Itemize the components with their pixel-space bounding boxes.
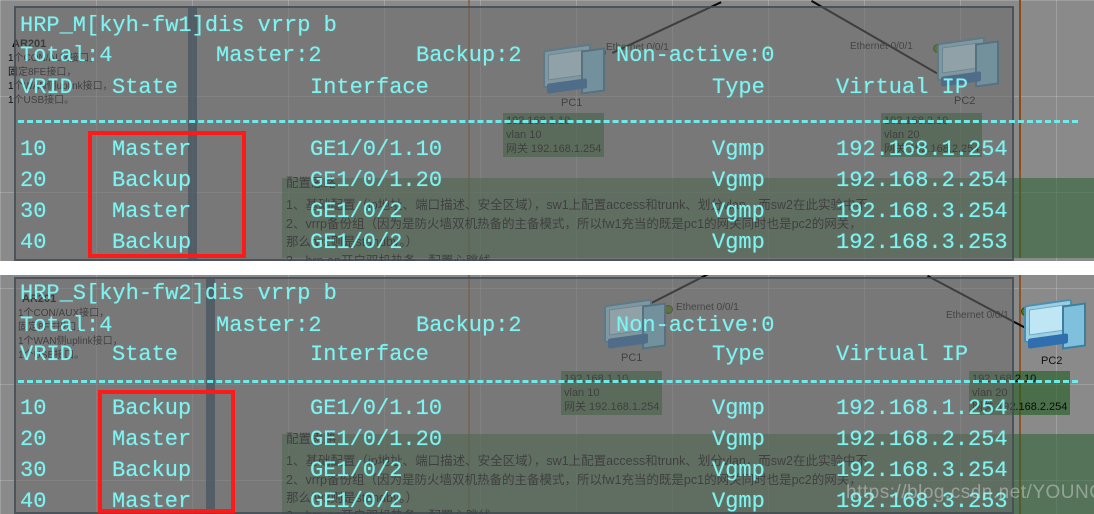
pc2-icon [1022, 298, 1086, 356]
table-row-interface: GE1/0/2 [310, 199, 403, 224]
column-header-state-fw1: State [112, 75, 179, 100]
table-row-virtual-ip: 192.168.1.254 [836, 137, 1008, 162]
column-header-type-fw2: Type [712, 342, 765, 367]
terminal-master-count-fw1: Master:2 [216, 43, 322, 68]
terminal-master-count-fw2: Master:2 [216, 313, 322, 338]
table-row-vrid: 40 [20, 230, 47, 255]
pc2-label: PC2 [1041, 355, 1063, 367]
watermark: https://blog.csdn.net/YOUNG_SPY [846, 482, 1094, 503]
table-row-virtual-ip: 192.168.2.254 [836, 427, 1008, 452]
table-row-virtual-ip: 192.168.2.254 [836, 168, 1008, 193]
table-row-type: Vgmp [712, 137, 765, 162]
table-row-type: Vgmp [712, 427, 765, 452]
table-row-vrid: 10 [20, 396, 47, 421]
table-row-interface: GE1/0/1.10 [310, 396, 443, 421]
panel-separator-gap [0, 261, 1094, 275]
table-row-type: Vgmp [712, 489, 765, 514]
table-row-vrid: 10 [20, 137, 47, 162]
column-header-virtual-ip-fw1: Virtual IP [836, 75, 969, 100]
table-row-virtual-ip: 192.168.3.254 [836, 199, 1008, 224]
screenshot-root: Ethernet 0/0/1 PC1 Ethernet 0/0/1 PC2 19… [0, 0, 1094, 514]
table-row-interface: GE1/0/2 [310, 458, 403, 483]
table-row-vrid: 30 [20, 458, 47, 483]
table-row-interface: GE1/0/1.20 [310, 427, 443, 452]
terminal-backup-count-fw1: Backup:2 [416, 43, 522, 68]
table-row-type: Vgmp [712, 396, 765, 421]
terminal-total-fw2: Total:4 [20, 313, 113, 338]
table-row-vrid: 20 [20, 168, 47, 193]
state-column-highlight-fw1 [88, 131, 246, 258]
state-column-highlight-fw2 [98, 390, 235, 513]
table-row-virtual-ip: 192.168.1.254 [836, 396, 1008, 421]
table-row-interface: GE1/0/1.10 [310, 137, 443, 162]
terminal-header-divider-fw2 [18, 380, 1078, 383]
table-row-type: Vgmp [712, 168, 765, 193]
table-row-vrid: 40 [20, 489, 47, 514]
table-row-type: Vgmp [712, 458, 765, 483]
terminal-header-divider-fw1 [18, 120, 1078, 123]
table-row-virtual-ip: 192.168.3.253 [836, 230, 1008, 255]
terminal-prompt-line-fw2: HRP_S[kyh-fw2]dis vrrp b [20, 281, 337, 306]
table-row-interface: GE1/0/1.20 [310, 168, 443, 193]
column-header-vrid-fw1: VRID [20, 75, 73, 100]
terminal-prompt-line-fw1: HRP_M[kyh-fw1]dis vrrp b [20, 13, 337, 38]
table-row-vrid: 20 [20, 427, 47, 452]
column-header-virtual-ip-fw2: Virtual IP [836, 342, 969, 367]
column-header-vrid-fw2: VRID [20, 342, 73, 367]
table-row-vrid: 30 [20, 199, 47, 224]
terminal-backup-count-fw2: Backup:2 [416, 313, 522, 338]
terminal-nonactive-count-fw2: Non-active:0 [616, 313, 775, 338]
table-row-type: Vgmp [712, 230, 765, 255]
column-header-type-fw1: Type [712, 75, 765, 100]
table-row-type: Vgmp [712, 199, 765, 224]
column-header-state-fw2: State [112, 342, 179, 367]
table-row-interface: GE1/0/2 [310, 230, 403, 255]
column-header-interface-fw1: Interface [310, 75, 429, 100]
column-header-interface-fw2: Interface [310, 342, 429, 367]
terminal-nonactive-count-fw1: Non-active:0 [616, 43, 775, 68]
table-row-interface: GE1/0/2 [310, 489, 403, 514]
terminal-total-fw1: Total:4 [20, 43, 113, 68]
